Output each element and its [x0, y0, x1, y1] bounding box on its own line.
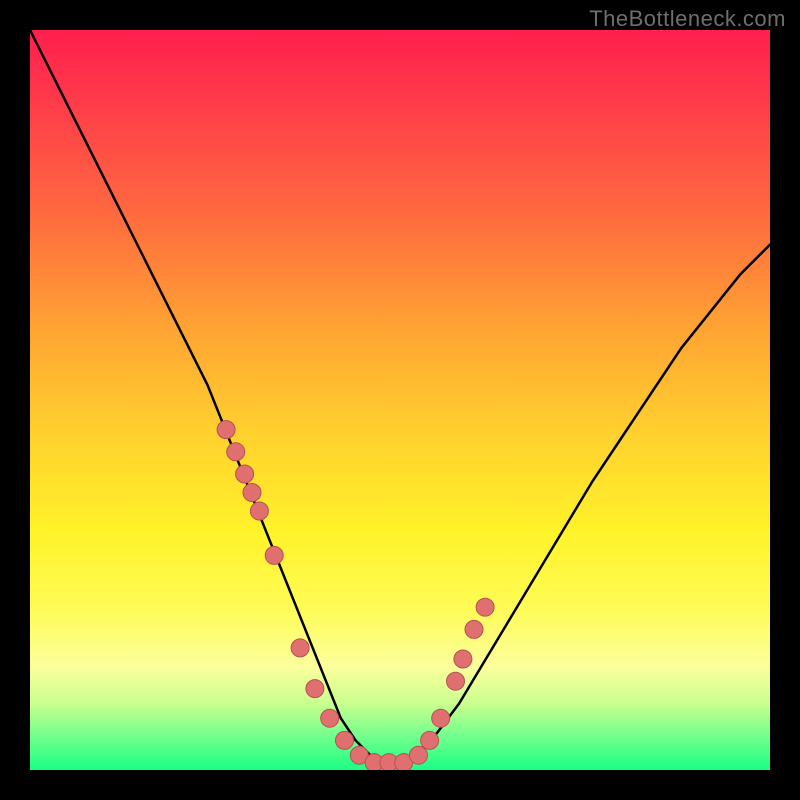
- data-point: [432, 709, 450, 727]
- chart-svg: [30, 30, 770, 770]
- watermark-text: TheBottleneck.com: [589, 6, 786, 32]
- data-point: [250, 502, 268, 520]
- data-point: [421, 731, 439, 749]
- data-point: [321, 709, 339, 727]
- data-point: [336, 731, 354, 749]
- data-point: [265, 546, 283, 564]
- data-point: [465, 620, 483, 638]
- data-point: [236, 465, 254, 483]
- data-point: [243, 484, 261, 502]
- data-point: [476, 598, 494, 616]
- plot-background: [30, 30, 770, 770]
- data-point: [291, 639, 309, 657]
- data-point: [227, 443, 245, 461]
- data-point: [447, 672, 465, 690]
- data-point: [306, 680, 324, 698]
- data-point: [410, 746, 428, 764]
- data-point: [454, 650, 472, 668]
- bottleneck-curve: [30, 30, 770, 763]
- chart-frame: TheBottleneck.com: [0, 0, 800, 800]
- data-point: [217, 421, 235, 439]
